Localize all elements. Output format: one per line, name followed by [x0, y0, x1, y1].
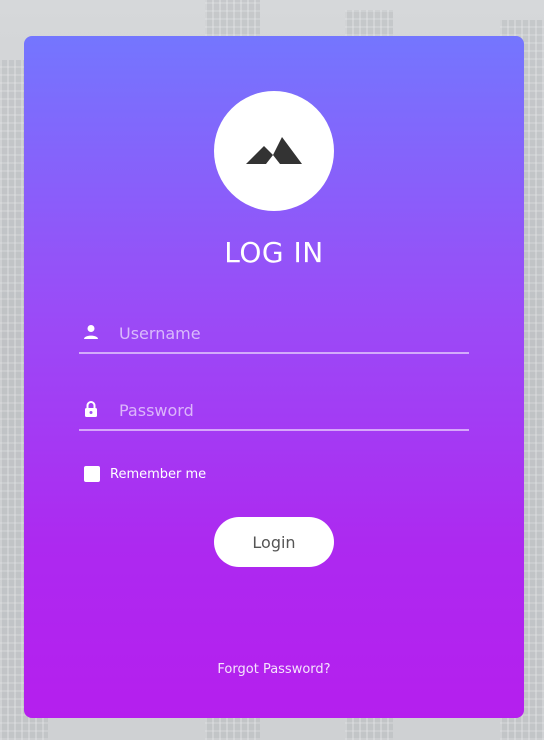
- remember-me-checkbox[interactable]: [84, 466, 100, 482]
- mountain-icon: [246, 137, 302, 164]
- user-icon: [84, 325, 98, 339]
- forgot-password-link[interactable]: Forgot Password?: [24, 662, 524, 677]
- logo-avatar: [214, 91, 334, 211]
- page-title: LOG IN: [224, 236, 324, 269]
- username-input[interactable]: [117, 318, 461, 348]
- login-button[interactable]: Login: [214, 517, 334, 567]
- remember-me-row[interactable]: Remember me: [84, 466, 206, 482]
- login-card: LOG IN Remember me Login Forgot Password…: [24, 36, 524, 718]
- username-field[interactable]: [79, 314, 469, 354]
- password-field[interactable]: [79, 391, 469, 431]
- password-input[interactable]: [117, 395, 461, 425]
- remember-me-label[interactable]: Remember me: [110, 467, 206, 482]
- lock-icon: [85, 401, 97, 417]
